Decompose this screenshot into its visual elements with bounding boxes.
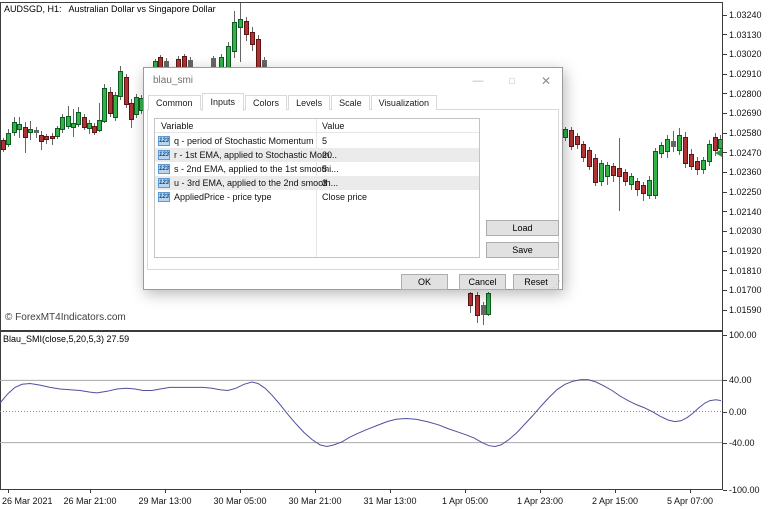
param-name: AppliedPrice - price type <box>174 192 272 202</box>
time-tick <box>8 490 9 493</box>
tab-inputs[interactable]: Inputs <box>202 93 245 111</box>
tab-colors[interactable]: Colors <box>245 95 287 110</box>
time-axis: 26 Mar 2021 26 Mar 21:00 29 Mar 13:00 30 Ma… <box>0 490 768 509</box>
param-name: u - 3rd EMA, applied to the 2nd smooth..… <box>174 178 338 188</box>
tab-common[interactable]: Common <box>148 95 201 110</box>
indicator-axis-label: 100.00 <box>729 330 757 340</box>
time-tick <box>390 490 391 493</box>
numeric-param-icon: 123 <box>158 150 170 160</box>
parameter-rows: 123q - period of Stochastic Momentum5123… <box>155 134 479 204</box>
maximize-icon[interactable]: □ <box>498 72 526 90</box>
header-variable: Variable <box>161 121 193 131</box>
param-row[interactable]: 123 u - 3rd EMA, applied to the 2nd smoot… <box>155 176 479 190</box>
header-value: Value <box>322 121 344 131</box>
dialog-tab-strip: CommonInputsColorsLevelsScaleVisualizati… <box>148 94 438 110</box>
time-tick <box>465 490 466 493</box>
indicator-axis: 100.0040.000.00-40.00-100.00 <box>723 0 768 509</box>
mt4-window: AUDSGD, H1: Australian Dollar vs Singapo… <box>0 0 768 509</box>
numeric-param-icon: 123 <box>158 178 170 188</box>
numeric-param-icon: 123 <box>158 192 170 202</box>
tab-levels[interactable]: Levels <box>288 95 330 110</box>
numeric-param-icon: 123 <box>158 164 170 174</box>
time-tick <box>615 490 616 493</box>
minimize-icon[interactable]: — <box>464 72 492 90</box>
param-row[interactable]: 123 r - 1st EMA, applied to Stochastic Mo… <box>155 148 479 162</box>
indicator-tick <box>723 335 727 336</box>
param-value[interactable]: 5 <box>322 164 327 174</box>
time-tick <box>165 490 166 493</box>
ok-button[interactable]: OK <box>401 274 448 290</box>
param-name: s - 2nd EMA, applied to the 1st smoothi.… <box>174 164 339 174</box>
time-axis-label: 26 Mar 2021 <box>2 496 53 506</box>
parameters-table: Variable Value 123 q - period of Stochast… <box>154 118 480 258</box>
chart-symbol-title: AUDSGD, H1: Australian Dollar vs Singapo… <box>4 4 216 14</box>
indicator-properties-dialog: blau_smi — □ ✕ CommonInputsColorsLevelsS… <box>143 67 563 290</box>
resize-grip[interactable]: ⋰ <box>552 280 561 289</box>
tab-visualization[interactable]: Visualization <box>371 95 437 110</box>
time-axis-label: 30 Mar 21:00 <box>288 496 341 506</box>
param-row[interactable]: 123 AppliedPrice - price type Close price <box>155 190 479 204</box>
param-value[interactable]: 5 <box>322 136 327 146</box>
indicator-axis-label: 0.00 <box>729 407 747 417</box>
param-value[interactable]: 3 <box>322 178 327 188</box>
param-name: r - 1st EMA, applied to Stochastic Mom..… <box>174 150 337 160</box>
watermark: © ForexMT4Indicators.com <box>5 312 126 323</box>
time-axis-label: 30 Mar 05:00 <box>213 496 266 506</box>
save-button[interactable]: Save <box>486 242 559 258</box>
param-value[interactable]: 20 <box>322 150 332 160</box>
current-price-marker-icon <box>715 149 722 157</box>
param-row[interactable]: 123 s - 2nd EMA, applied to the 1st smoot… <box>155 162 479 176</box>
indicator-axis-label: -40.00 <box>729 438 755 448</box>
time-tick <box>315 490 316 493</box>
smi-curve-layer <box>0 331 722 489</box>
time-tick <box>690 490 691 493</box>
time-axis-label: 1 Apr 23:00 <box>517 496 563 506</box>
indicator-tick <box>723 443 727 444</box>
time-axis-label: 2 Apr 15:00 <box>592 496 638 506</box>
numeric-param-icon: 123 <box>158 136 170 146</box>
time-axis-label: 31 Mar 13:00 <box>363 496 416 506</box>
time-tick <box>540 490 541 493</box>
time-tick <box>90 490 91 493</box>
close-icon[interactable]: ✕ <box>532 72 560 90</box>
tab-scale[interactable]: Scale <box>331 95 370 110</box>
time-axis-label: 29 Mar 13:00 <box>138 496 191 506</box>
cancel-button[interactable]: Cancel <box>459 274 506 290</box>
indicator-tick <box>723 412 727 413</box>
param-row[interactable]: 123 q - period of Stochastic Momentum 5 <box>155 134 479 148</box>
dialog-title[interactable]: blau_smi <box>153 75 193 86</box>
time-axis-label: 1 Apr 05:00 <box>442 496 488 506</box>
load-button[interactable]: Load <box>486 220 559 236</box>
param-value[interactable]: Close price <box>322 192 367 202</box>
time-tick <box>240 490 241 493</box>
param-name: q - period of Stochastic Momentum <box>174 136 314 146</box>
indicator-axis-label: 40.00 <box>729 375 752 385</box>
time-axis-label: 26 Mar 21:00 <box>63 496 116 506</box>
indicator-label: Blau_SMI(close,5,20,5,3) 27.59 <box>3 334 129 344</box>
table-header: Variable Value <box>155 119 479 133</box>
time-axis-label: 5 Apr 07:00 <box>667 496 713 506</box>
indicator-tick <box>723 380 727 381</box>
